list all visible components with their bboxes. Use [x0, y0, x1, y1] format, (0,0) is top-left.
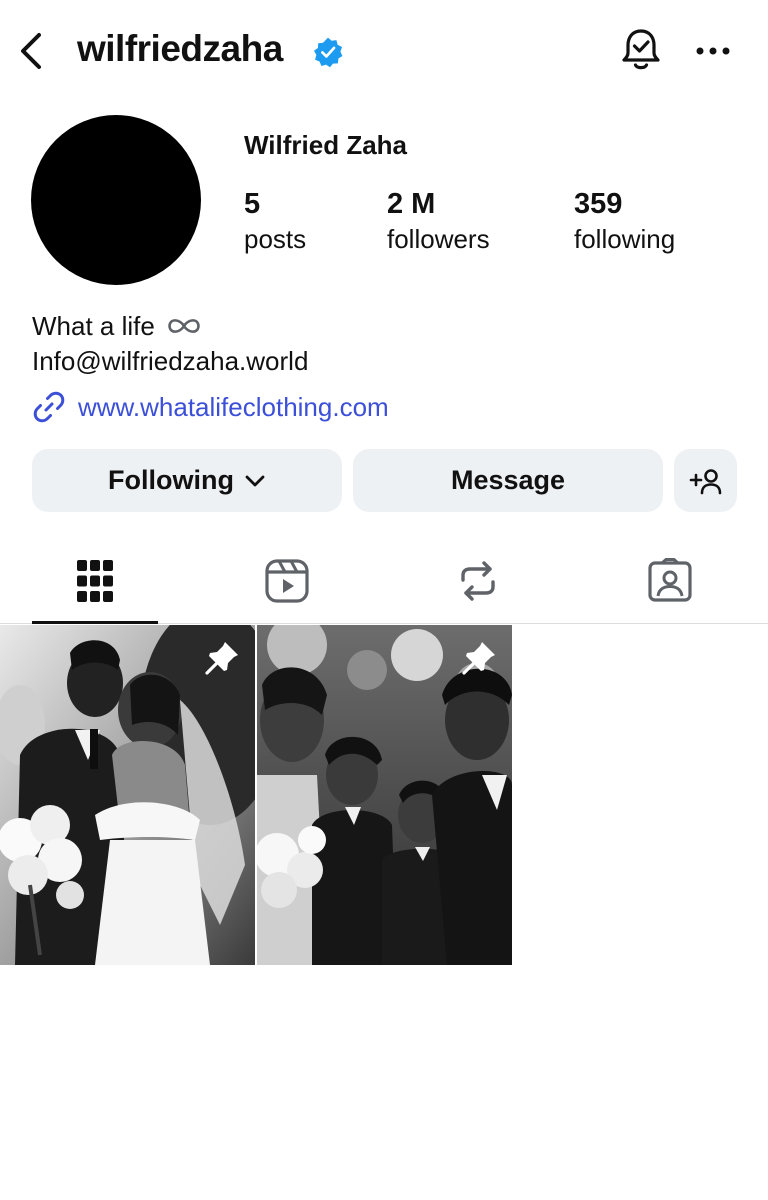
bio-text: What a life: [32, 311, 155, 341]
infinity-icon: [168, 319, 200, 333]
suggested-users-button[interactable]: [674, 449, 737, 512]
profile-tabs: [0, 540, 768, 624]
bell-check-icon: [622, 29, 660, 70]
profile-avatar[interactable]: [31, 115, 201, 285]
followers-count: 2 M: [387, 188, 436, 220]
followers-label: followers: [387, 224, 490, 254]
full-name: Wilfried Zaha: [244, 130, 408, 160]
post-thumbnail[interactable]: [257, 625, 512, 965]
link-icon: [33, 391, 65, 423]
message-button-label: Message: [450, 465, 566, 495]
post-thumbnail[interactable]: [0, 625, 255, 965]
chevron-down-icon: [245, 475, 265, 486]
username: wilfriedzaha: [77, 28, 283, 69]
link-text: www.whatalifeclothing.com: [78, 391, 389, 422]
posts-label: posts: [244, 224, 307, 254]
more-options-button[interactable]: [692, 30, 736, 70]
tab-tagged[interactable]: [607, 540, 733, 622]
profile-header: wilfriedzaha: [0, 0, 768, 100]
bio-line-2: Info@wilfriedzaha.world: [32, 346, 309, 376]
following-count: 359: [574, 188, 623, 220]
chevron-left-icon: [21, 33, 41, 69]
pin-icon: [462, 642, 495, 675]
grid-icon: [77, 560, 113, 602]
tab-reels[interactable]: [224, 540, 350, 622]
message-button[interactable]: Message: [353, 449, 663, 512]
more-horizontal-icon: [696, 47, 730, 55]
tagged-icon: [648, 558, 692, 602]
verified-badge-icon: [314, 37, 343, 68]
followers-stat[interactable]: 2 M followers: [387, 186, 490, 256]
bio-link[interactable]: www.whatalifeclothing.com: [32, 390, 389, 424]
notifications-button[interactable]: [618, 26, 664, 74]
add-user-icon: [689, 468, 721, 494]
pin-icon: [205, 642, 238, 675]
posts-count: 5: [244, 188, 261, 220]
reels-icon: [265, 559, 309, 603]
following-button-label: Following: [108, 465, 234, 495]
tab-grid[interactable]: [32, 540, 158, 624]
following-label: following: [574, 224, 676, 254]
following-button[interactable]: Following: [32, 449, 342, 512]
tab-reposts[interactable]: [415, 540, 541, 622]
back-button[interactable]: [14, 30, 48, 72]
bio-line-1: What a life: [32, 310, 203, 342]
posts-stat[interactable]: 5 posts: [244, 186, 306, 256]
repost-icon: [461, 561, 495, 601]
following-stat[interactable]: 359 following: [574, 186, 675, 256]
